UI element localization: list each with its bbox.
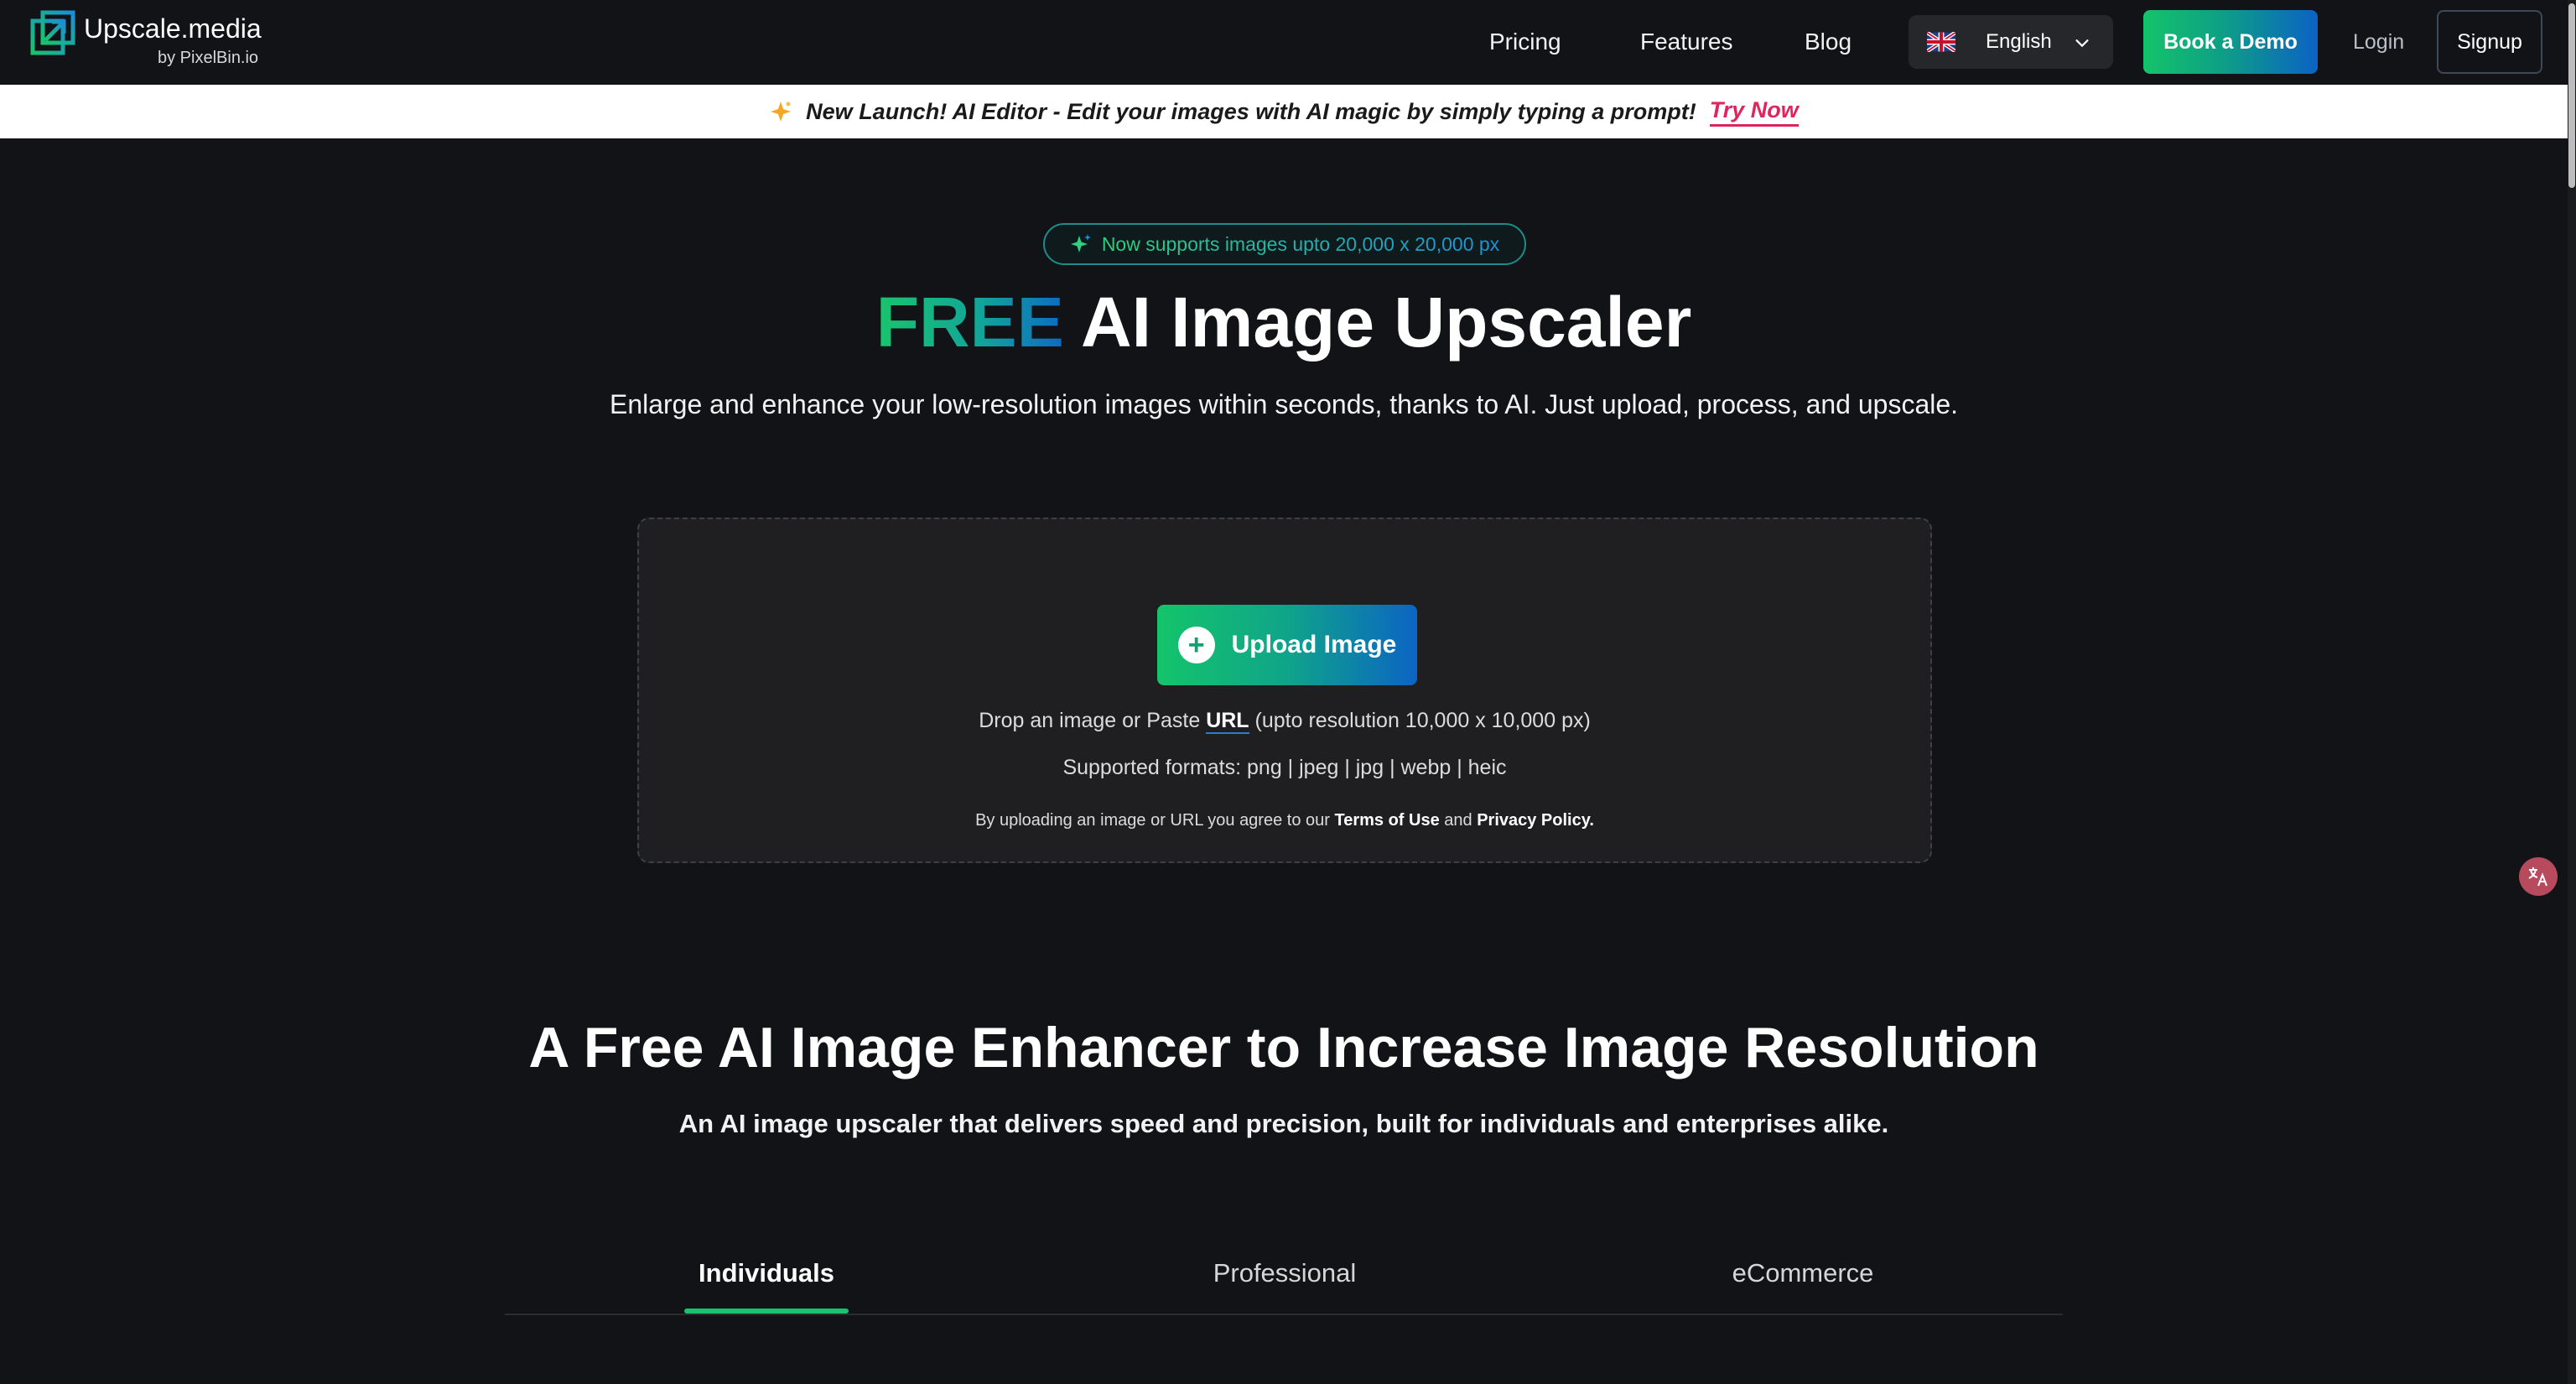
signup-button[interactable]: Signup <box>2437 10 2542 74</box>
badge-text: Now supports images upto 20,000 x 20,000… <box>1101 232 1500 255</box>
chevron-down-icon <box>2075 39 2089 48</box>
supported-formats: Supported formats: png | jpeg | jpg | we… <box>1062 756 1507 779</box>
tab-professional[interactable]: Professional <box>1213 1258 1357 1288</box>
terms-notice: By uploading an image or URL you agree t… <box>639 811 1930 830</box>
tab-ecommerce[interactable]: eCommerce <box>1732 1258 1874 1288</box>
nav-pricing[interactable]: Pricing <box>1489 29 1561 55</box>
language-select[interactable]: English <box>1909 15 2113 69</box>
section-subtitle: An AI image upscaler that delivers speed… <box>678 1109 1889 1138</box>
terms-and: and <box>1439 811 1478 830</box>
audience-tabs: Individuals Professional eCommerce <box>505 1250 2063 1315</box>
upload-dropzone[interactable]: + Upload Image Drop an image or Paste UR… <box>637 518 1932 863</box>
sparkle-icon <box>771 101 792 122</box>
translate-icon <box>2528 867 2547 887</box>
hero-subtitle: Enlarge and enhance your low-resolution … <box>609 389 1959 419</box>
tab-individuals[interactable]: Individuals <box>699 1258 834 1288</box>
page: Upscale.media by PixelBin.io Pricing Fea… <box>0 0 2576 1384</box>
hero-title: FREE AI Image Upscaler <box>0 282 2568 363</box>
drop-prefix: Drop an image or Paste <box>979 709 1207 732</box>
book-demo-button[interactable]: Book a Demo <box>2143 10 2318 74</box>
active-tab-indicator <box>684 1309 849 1314</box>
top-navbar: Upscale.media by PixelBin.io Pricing Fea… <box>0 0 2576 84</box>
resolution-badge: Now supports images upto 20,000 x 20,000… <box>1043 223 1526 265</box>
language-label: English <box>1986 30 2052 53</box>
terms-prefix: By uploading an image or URL you agree t… <box>975 811 1335 830</box>
uk-flag-icon <box>1927 32 1955 52</box>
drop-instructions: Drop an image or Paste URL (upto resolut… <box>639 709 1930 734</box>
login-link[interactable]: Login <box>2353 30 2404 55</box>
announcement-bar: New Launch! AI Editor - Edit your images… <box>0 85 2568 138</box>
logo-subtitle: by PixelBin.io <box>158 49 259 67</box>
logo-icon <box>30 10 75 55</box>
nav-blog[interactable]: Blog <box>1805 29 1852 55</box>
privacy-policy-link[interactable]: Privacy Policy. <box>1477 811 1594 830</box>
announcement-text: New Launch! AI Editor - Edit your images… <box>806 98 1696 124</box>
logo-name: Upscale.media <box>84 13 262 44</box>
upload-image-button[interactable]: + Upload Image <box>1157 605 1417 685</box>
try-now-link[interactable]: Try Now <box>1709 97 1799 127</box>
sparkle-icon <box>1070 234 1091 252</box>
hero-title-rest: AI Image Upscaler <box>1063 283 1692 362</box>
logo[interactable]: Upscale.media by PixelBin.io <box>30 10 282 74</box>
section-title: A Free AI Image Enhancer to Increase Ima… <box>528 1016 2039 1080</box>
hero-title-highlight: FREE <box>875 283 1064 362</box>
scrollbar-track[interactable] <box>2568 0 2576 1384</box>
plus-icon: + <box>1177 627 1215 663</box>
drop-suffix: (upto resolution 10,000 x 10,000 px) <box>1249 709 1591 732</box>
scrollbar-thumb[interactable] <box>2568 3 2575 188</box>
upload-button-label: Upload Image <box>1231 631 1397 658</box>
translate-widget-button[interactable] <box>2519 857 2558 896</box>
paste-url-link[interactable]: URL <box>1206 709 1249 734</box>
nav-features[interactable]: Features <box>1640 29 1733 55</box>
terms-of-use-link[interactable]: Terms of Use <box>1334 811 1439 830</box>
